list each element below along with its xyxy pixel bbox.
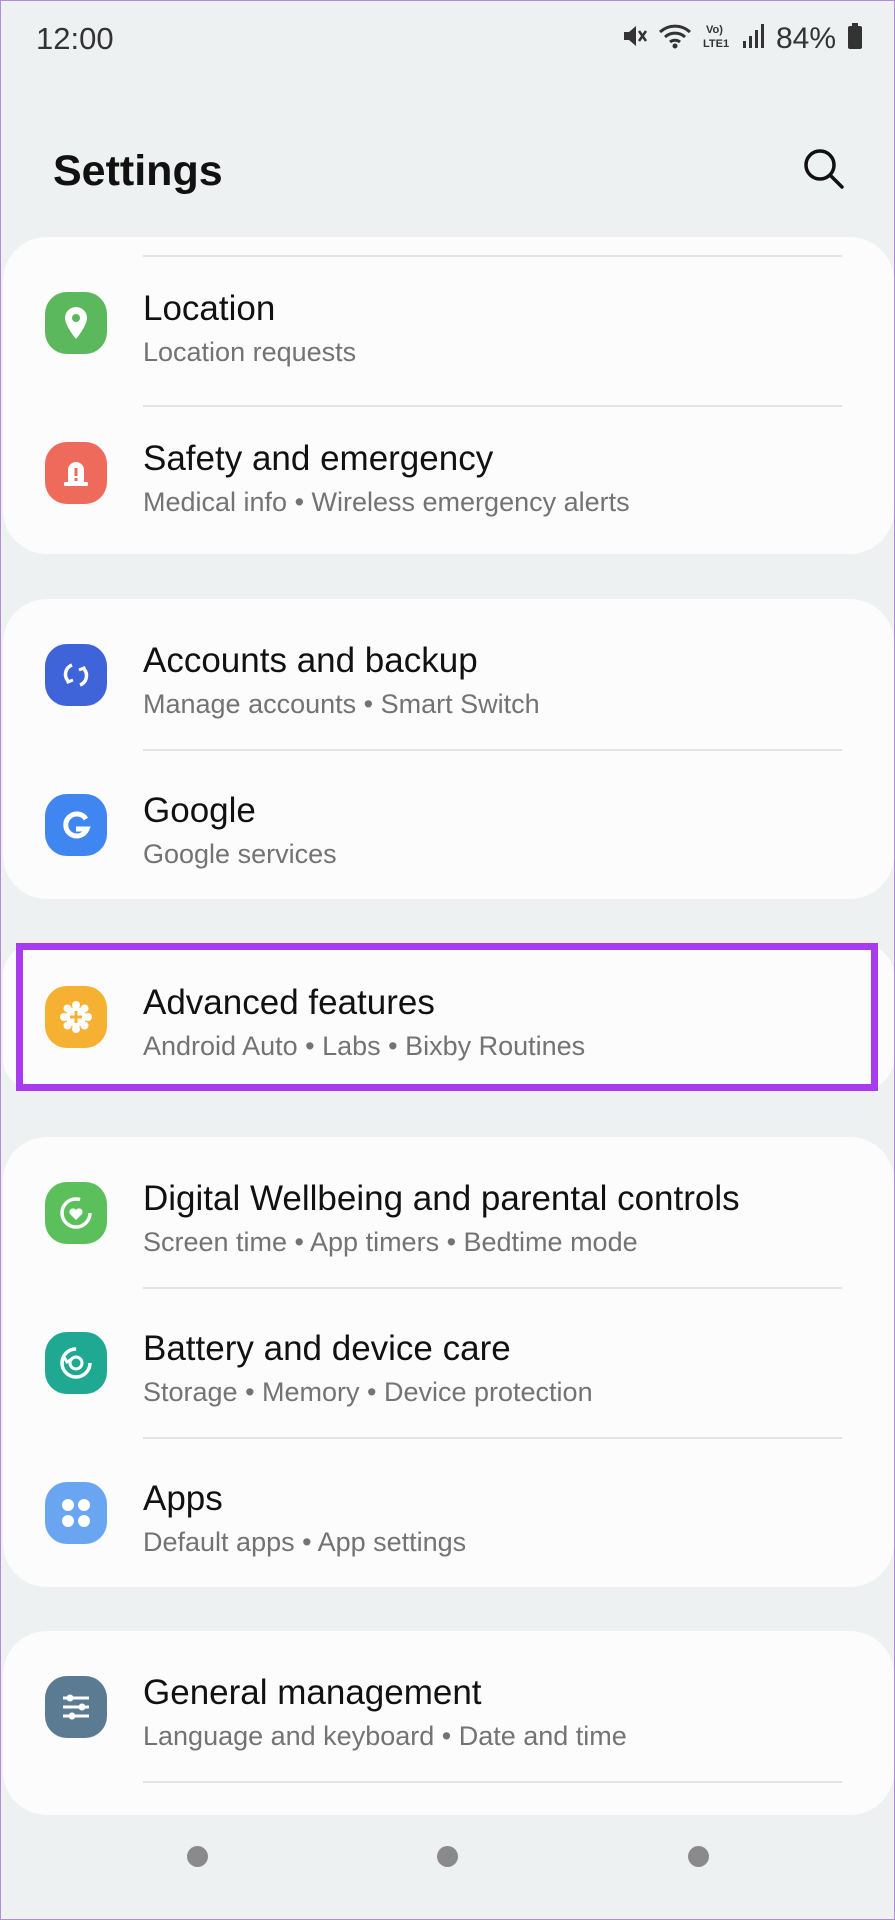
google-g-icon xyxy=(45,794,107,856)
item-subtitle: Language and keyboard • Date and time xyxy=(143,1721,627,1751)
item-label: Apps xyxy=(143,1479,223,1518)
sync-icon xyxy=(45,644,107,706)
settings-card-device: Digital Wellbeing and parental controls … xyxy=(3,1137,894,1587)
settings-item-battery-device-care[interactable]: Battery and device care Storage • Memory… xyxy=(3,1287,894,1437)
settings-item-location[interactable]: Location Location requests xyxy=(3,247,894,397)
settings-card-general: General management Language and keyboard… xyxy=(3,1631,894,1815)
device-care-icon xyxy=(45,1332,107,1394)
apps-grid-icon xyxy=(45,1482,107,1544)
status-icons: Vo) LTE1 84% xyxy=(620,21,864,56)
item-label: Google xyxy=(143,791,256,830)
search-icon xyxy=(804,149,844,189)
settings-item-safety[interactable]: Safety and emergency Medical info • Wire… xyxy=(3,397,894,547)
settings-item-advanced-features[interactable]: Advanced features Android Auto • Labs • … xyxy=(3,945,894,1089)
navigation-bar xyxy=(1,1846,895,1886)
settings-header: Settings xyxy=(53,131,854,211)
volte-icon: Vo) LTE1 xyxy=(702,21,732,56)
emergency-alert-icon xyxy=(45,442,107,504)
settings-item-general-management[interactable]: General management Language and keyboard… xyxy=(3,1631,894,1781)
search-button[interactable] xyxy=(800,145,848,193)
settings-card-accounts: Accounts and backup Manage accounts • Sm… xyxy=(3,599,894,899)
item-label: General management xyxy=(143,1673,482,1712)
item-label: Battery and device care xyxy=(143,1329,511,1368)
item-subtitle: Default apps • App settings xyxy=(143,1527,467,1557)
item-subtitle: Medical info • Wireless emergency alerts xyxy=(143,487,630,517)
advanced-gear-plus-icon xyxy=(45,986,107,1048)
settings-item-accounts-backup[interactable]: Accounts and backup Manage accounts • Sm… xyxy=(3,599,894,749)
settings-item-apps[interactable]: Apps Default apps • App settings xyxy=(3,1437,894,1587)
item-label: Digital Wellbeing and parental controls xyxy=(143,1179,740,1218)
settings-item-google[interactable]: Google Google services xyxy=(3,749,894,899)
page-title: Settings xyxy=(53,147,223,195)
status-time: 12:00 xyxy=(36,21,114,56)
mute-icon xyxy=(620,22,648,55)
wellbeing-heart-icon xyxy=(45,1182,107,1244)
item-subtitle: Location requests xyxy=(143,337,357,367)
item-label: Location xyxy=(143,289,276,328)
signal-icon xyxy=(742,23,766,54)
item-label: Advanced features xyxy=(143,983,435,1022)
item-label: Safety and emergency xyxy=(143,439,494,478)
item-label: Accounts and backup xyxy=(143,641,478,680)
settings-item-digital-wellbeing[interactable]: Digital Wellbeing and parental controls … xyxy=(3,1137,894,1287)
item-subtitle: Manage accounts • Smart Switch xyxy=(143,689,540,719)
svg-text:LTE1: LTE1 xyxy=(703,38,729,50)
location-pin-icon xyxy=(45,292,107,354)
item-subtitle: Google services xyxy=(143,839,337,869)
home-button[interactable] xyxy=(437,1846,458,1867)
settings-card-privacy: Location Location requests Safety and em… xyxy=(3,237,894,554)
sliders-icon xyxy=(45,1676,107,1738)
item-subtitle: Android Auto • Labs • Bixby Routines xyxy=(143,1031,586,1061)
item-subtitle: Storage • Memory • Device protection xyxy=(143,1377,593,1407)
divider xyxy=(143,1781,842,1783)
battery-percent: 84% xyxy=(775,21,836,55)
recents-button[interactable] xyxy=(187,1846,208,1867)
back-button[interactable] xyxy=(688,1846,709,1867)
wifi-icon xyxy=(658,22,692,55)
battery-icon xyxy=(846,22,864,55)
item-subtitle: Screen time • App timers • Bedtime mode xyxy=(143,1227,638,1257)
settings-card-advanced: Advanced features Android Auto • Labs • … xyxy=(3,945,894,1089)
status-bar: 12:00 Vo) LTE1 84% xyxy=(1,1,895,77)
svg-text:Vo): Vo) xyxy=(706,24,723,36)
